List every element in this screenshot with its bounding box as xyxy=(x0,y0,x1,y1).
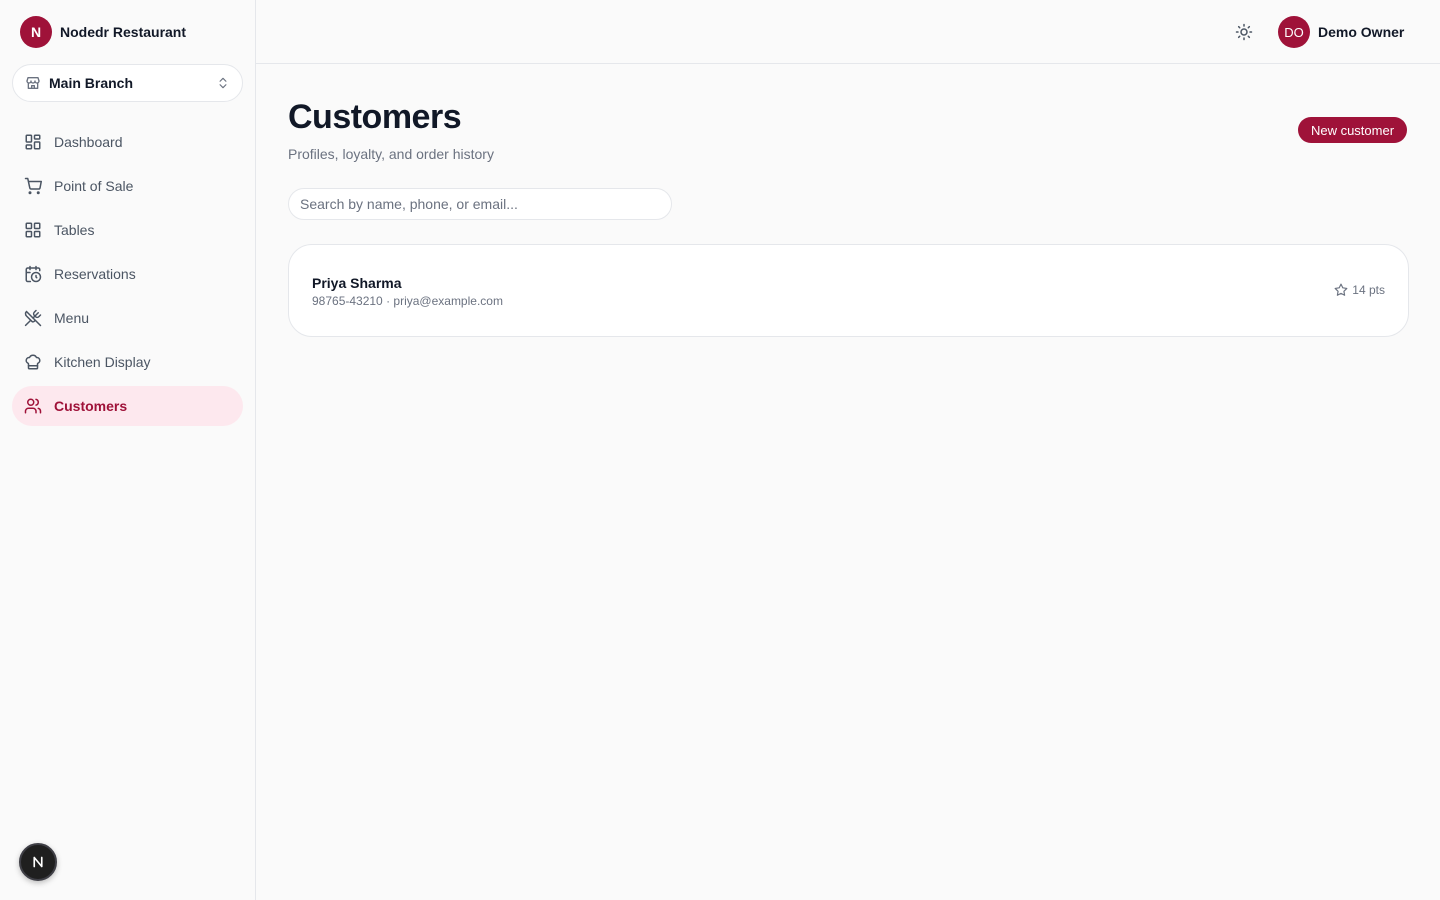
page-subtitle: Profiles, loyalty, and order history xyxy=(288,146,494,162)
search-input[interactable] xyxy=(288,188,672,220)
utensils-icon xyxy=(24,309,42,327)
loyalty-points-value: 14 pts xyxy=(1352,283,1385,297)
topbar: DO Demo Owner xyxy=(256,0,1440,64)
sidebar-item-label: Reservations xyxy=(54,266,136,282)
sidebar-nav: Dashboard Point of Sale Tables Reservati… xyxy=(12,122,243,430)
cart-icon xyxy=(24,177,42,195)
sidebar: N Nodedr Restaurant Main Branch Dashboar… xyxy=(0,0,256,900)
customer-name: Priya Sharma xyxy=(312,275,402,291)
sidebar-item-customers[interactable]: Customers xyxy=(12,386,243,426)
sidebar-item-dashboard[interactable]: Dashboard xyxy=(12,122,243,162)
sidebar-item-reservations[interactable]: Reservations xyxy=(12,254,243,294)
n-logo-floating-button[interactable] xyxy=(19,843,57,881)
sidebar-item-point-of-sale[interactable]: Point of Sale xyxy=(12,166,243,206)
n-logo-icon xyxy=(33,856,43,868)
sidebar-item-menu[interactable]: Menu xyxy=(12,298,243,338)
calendar-clock-icon xyxy=(25,265,42,283)
sidebar-item-label: Dashboard xyxy=(54,134,123,150)
loyalty-points: 14 pts xyxy=(1334,283,1385,297)
sidebar-item-kitchen-display[interactable]: Kitchen Display xyxy=(12,342,243,382)
sidebar-item-label: Customers xyxy=(54,398,128,414)
avatar: DO xyxy=(1278,16,1310,48)
users-icon xyxy=(24,398,42,414)
sidebar-item-label: Point of Sale xyxy=(54,178,134,194)
brand-name: Nodedr Restaurant xyxy=(60,24,187,40)
chevrons-up-down-icon xyxy=(219,77,227,89)
user-name: Demo Owner xyxy=(1318,24,1405,40)
branch-label: Main Branch xyxy=(49,75,134,91)
sidebar-item-label: Menu xyxy=(54,310,90,326)
sidebar-item-tables[interactable]: Tables xyxy=(12,210,243,250)
new-customer-button[interactable]: New customer xyxy=(1298,117,1407,143)
sun-icon xyxy=(1235,23,1253,41)
customer-contact: 98765-43210 · priya@example.com xyxy=(312,294,503,308)
page-title: Customers xyxy=(288,98,462,136)
star-icon xyxy=(1334,283,1348,296)
store-icon xyxy=(26,77,40,89)
customer-card[interactable]: Priya Sharma 98765-43210 · priya@example… xyxy=(288,244,1409,337)
grid-icon xyxy=(25,222,41,238)
brand-logo: N xyxy=(20,16,52,48)
chef-hat-icon xyxy=(25,354,41,370)
dashboard-icon xyxy=(25,134,41,150)
sidebar-item-label: Tables xyxy=(54,222,95,238)
sidebar-item-label: Kitchen Display xyxy=(54,354,151,370)
branch-selector[interactable]: Main Branch xyxy=(12,64,243,102)
theme-toggle-button[interactable] xyxy=(1232,20,1256,44)
user-menu[interactable]: DO Demo Owner xyxy=(1278,16,1404,48)
brand[interactable]: N Nodedr Restaurant xyxy=(20,16,186,48)
